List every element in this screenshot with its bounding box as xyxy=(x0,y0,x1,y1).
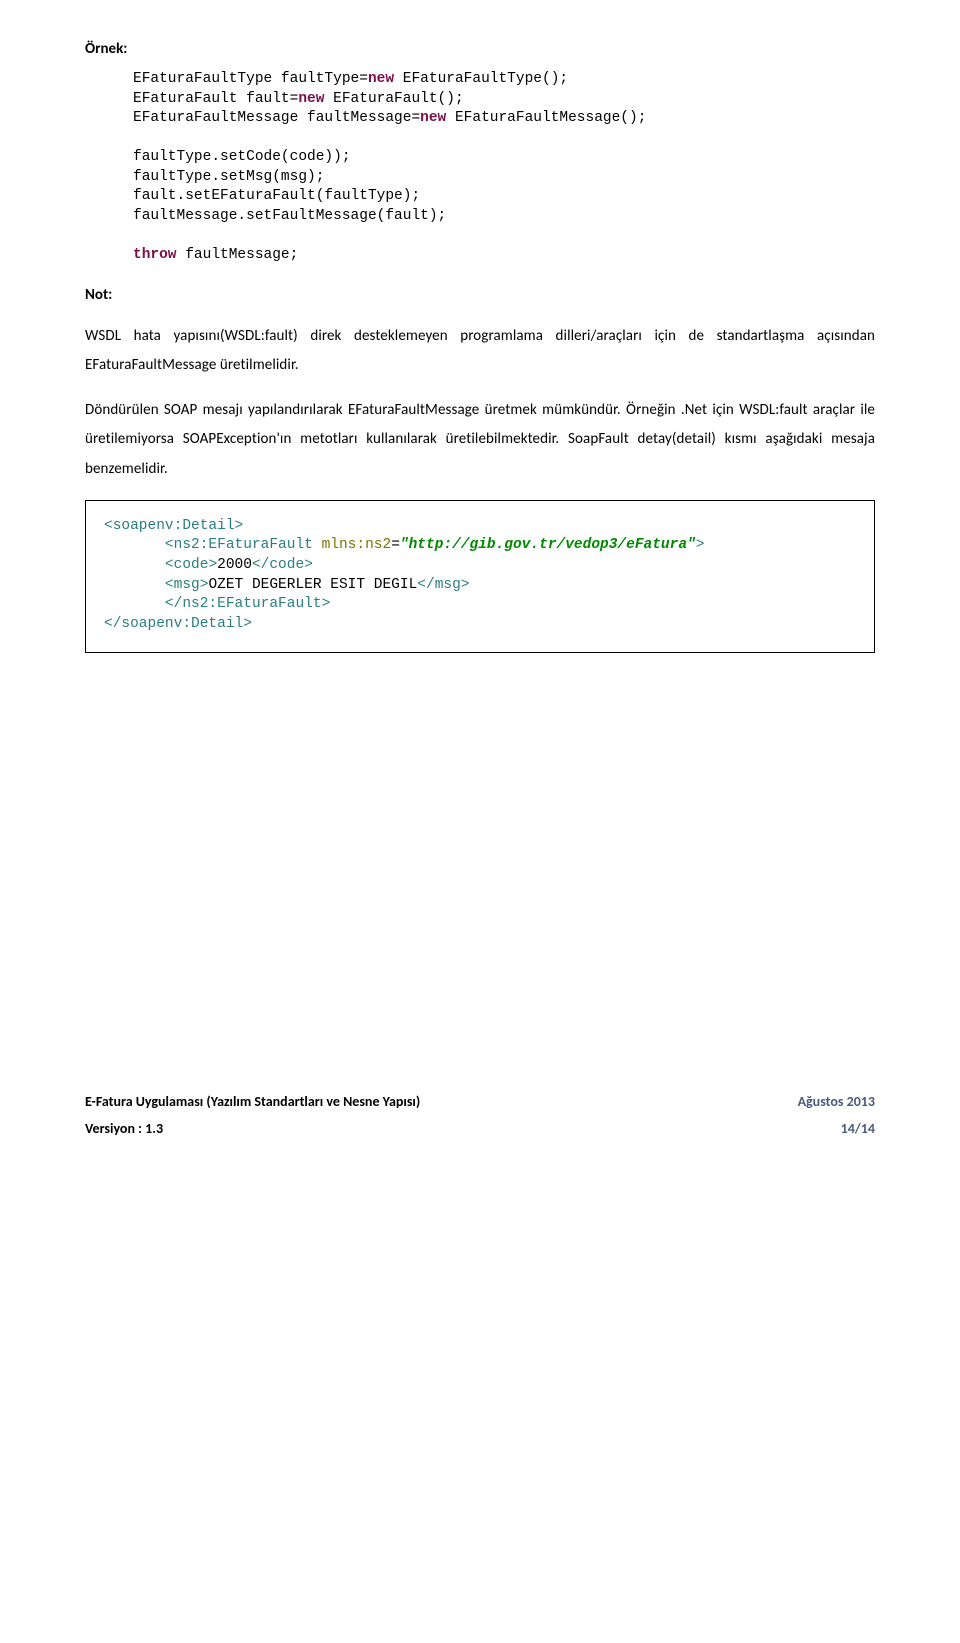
xml-tag: msg xyxy=(174,577,200,593)
code-line: faultMessage; xyxy=(177,247,299,263)
xml-tag: ns2:EFaturaFault xyxy=(174,537,313,553)
section-heading: Örnek: xyxy=(85,40,875,58)
heading-text: Örnek: xyxy=(85,40,127,58)
xml-bracket: < xyxy=(104,557,174,573)
code-keyword: new xyxy=(298,91,324,107)
code-line: fault.setEFaturaFault(faultType); xyxy=(133,187,875,207)
code-line: EFaturaFaultMessage faultMessage= xyxy=(133,110,420,126)
code-line: faultMessage.setFaultMessage(fault); xyxy=(133,207,875,227)
xml-tag: ns2:EFaturaFault xyxy=(182,596,321,612)
xml-bracket: > xyxy=(235,518,244,534)
footer-page-number: 14/14 xyxy=(841,1120,875,1137)
xml-bracket: > xyxy=(696,537,705,553)
xml-bracket: < xyxy=(104,577,174,593)
xml-bracket: > xyxy=(208,557,217,573)
code-example-block: EFaturaFaultType faultType=new EFaturaFa… xyxy=(133,70,875,266)
xml-bracket: < xyxy=(104,518,113,534)
footer-title: E-Fatura Uygulaması (Yazılım Standartlar… xyxy=(85,1093,420,1110)
xml-bracket: > xyxy=(243,616,252,632)
xml-tag: soapenv:Detail xyxy=(113,518,235,534)
xml-bracket: </ xyxy=(104,596,182,612)
xml-tag: code xyxy=(174,557,209,573)
xml-attr-value: "http://gib.gov.tr/vedop3/eFatura" xyxy=(400,537,696,553)
xml-bracket: > xyxy=(304,557,313,573)
paragraph-1: WSDL hata yapısını(WSDL:fault) direk des… xyxy=(85,322,875,381)
xml-space xyxy=(313,537,322,553)
xml-bracket: </ xyxy=(417,577,434,593)
xml-tag: code xyxy=(269,557,304,573)
code-line: faultType.setMsg(msg); xyxy=(133,168,875,188)
xml-attr: mlns:ns2 xyxy=(322,537,392,553)
code-line: EFaturaFault fault= xyxy=(133,91,298,107)
xml-bracket: > xyxy=(461,577,470,593)
xml-example-box: <soapenv:Detail> <ns2:EFaturaFault mlns:… xyxy=(85,500,875,653)
xml-text: 2000 xyxy=(217,557,252,573)
xml-eq: = xyxy=(391,537,400,553)
footer-date: Ağustos 2013 xyxy=(798,1093,875,1110)
code-line: EFaturaFault(); xyxy=(324,91,463,107)
footer-version: Versiyon : 1.3 xyxy=(85,1120,163,1137)
xml-bracket: > xyxy=(322,596,331,612)
code-line: EFaturaFaultType(); xyxy=(394,71,568,87)
code-keyword: new xyxy=(420,110,446,126)
xml-bracket: </ xyxy=(252,557,269,573)
xml-tag: msg xyxy=(435,577,461,593)
code-line: faultType.setCode(code)); xyxy=(133,148,875,168)
code-keyword: new xyxy=(368,71,394,87)
code-keyword: throw xyxy=(133,247,177,263)
note-label: Not: xyxy=(85,286,875,304)
code-line: EFaturaFaultMessage(); xyxy=(446,110,646,126)
xml-bracket: </ xyxy=(104,616,121,632)
paragraph-2: Döndürülen SOAP mesajı yapılandırılarak … xyxy=(85,396,875,484)
page-footer: E-Fatura Uygulaması (Yazılım Standartlar… xyxy=(85,1093,875,1137)
xml-text: OZET DEGERLER ESIT DEGIL xyxy=(208,577,417,593)
xml-tag: soapenv:Detail xyxy=(121,616,243,632)
code-line: EFaturaFaultType faultType= xyxy=(133,71,368,87)
xml-bracket: < xyxy=(104,537,174,553)
